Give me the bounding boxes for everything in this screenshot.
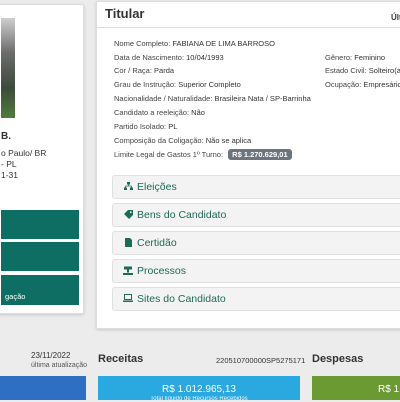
field-genero: Gênero: Feminino xyxy=(325,53,386,62)
summary-left-bar xyxy=(0,376,86,400)
candidate-action-button-3[interactable]: gação xyxy=(1,275,79,305)
field-nome-completo: Nome Completo: FABIANA DE LIMA BARROSO xyxy=(114,39,275,48)
limite-gastos-badge: R$ 1.270.629,01 xyxy=(228,149,292,160)
field-data-nascimento: Data de Nascimento: 10/04/1993 xyxy=(114,53,224,62)
titular-right-title: Últ xyxy=(391,13,400,22)
gavel-icon xyxy=(123,266,133,277)
title-divider xyxy=(97,27,400,28)
candidate-card: B. o Paulo/ BR - PL 1-31 gação xyxy=(0,4,84,314)
field-limite-gastos: Limite Legal de Gastos 1º Turno: R$ 1.27… xyxy=(114,149,292,160)
despesas-box[interactable]: R$ 1.0 xyxy=(312,376,400,400)
field-partido-isolado: Partido Isolado: PL xyxy=(114,122,178,131)
field-nacionalidade: Nacionalidade / Naturalidade: Brasileira… xyxy=(114,94,311,103)
field-composicao-coligacao: Composição da Coligação: Não se aplica xyxy=(114,136,252,145)
candidate-number: 1-31 xyxy=(1,170,19,180)
candidate-party: - PL xyxy=(1,159,17,169)
field-reeleicao: Candidato a reeleição: Não xyxy=(114,108,205,117)
candidate-birthplace: o Paulo/ BR xyxy=(1,148,47,158)
laptop-icon xyxy=(123,294,133,304)
despesas-title: Despesas xyxy=(312,353,364,365)
accordion-sites-candidato[interactable]: Sites do Candidato xyxy=(112,287,400,311)
receitas-subtitle: Total líquido de Recursos Recebidos xyxy=(150,396,248,402)
last-update-date: 23/11/2022 xyxy=(31,351,71,360)
candidate-name: B. xyxy=(1,131,11,142)
accordion-label: Bens do Candidato xyxy=(137,209,227,221)
accordion-eleicoes[interactable]: Eleições xyxy=(112,175,400,199)
titular-title: Titular xyxy=(105,6,145,21)
accordion-label: Processos xyxy=(137,265,187,277)
accordion-bens-candidato[interactable]: Bens do Candidato xyxy=(112,203,400,227)
tag-icon xyxy=(123,210,133,221)
receitas-title: Receitas xyxy=(98,353,144,365)
receitas-box[interactable]: R$ 1.012.965,13 Total líquido de Recurso… xyxy=(98,376,300,402)
candidate-photo xyxy=(1,18,15,118)
titular-card: Titular Últ Nome Completo: FABIANA DE LI… xyxy=(96,1,400,329)
candidate-action-button-2[interactable] xyxy=(1,242,79,271)
last-update-label: última atualização xyxy=(31,362,88,369)
field-cor-raca: Cor / Raça: Parda xyxy=(114,66,175,75)
accordion-label: Eleições xyxy=(137,181,177,193)
receitas-id: 220510700000SP5275171 xyxy=(216,356,306,365)
despesas-value: R$ 1.0 xyxy=(378,384,400,395)
file-icon xyxy=(123,238,133,249)
candidate-action-button-1[interactable] xyxy=(1,210,79,239)
sitemap-icon xyxy=(123,182,133,192)
accordion-label: Sites do Candidato xyxy=(137,293,226,305)
accordion-label: Certidão xyxy=(137,237,177,249)
field-grau-instrucao: Grau de Instrução: Superior Completo xyxy=(114,80,241,89)
receitas-value: R$ 1.012.965,13 xyxy=(162,384,236,395)
accordion-certidao[interactable]: Certidão xyxy=(112,231,400,255)
field-ocupacao: Ocupação: Empresário xyxy=(325,80,400,89)
accordion-processos[interactable]: Processos xyxy=(112,259,400,283)
field-estado-civil: Estado Civil: Solteiro(a) xyxy=(325,66,400,75)
